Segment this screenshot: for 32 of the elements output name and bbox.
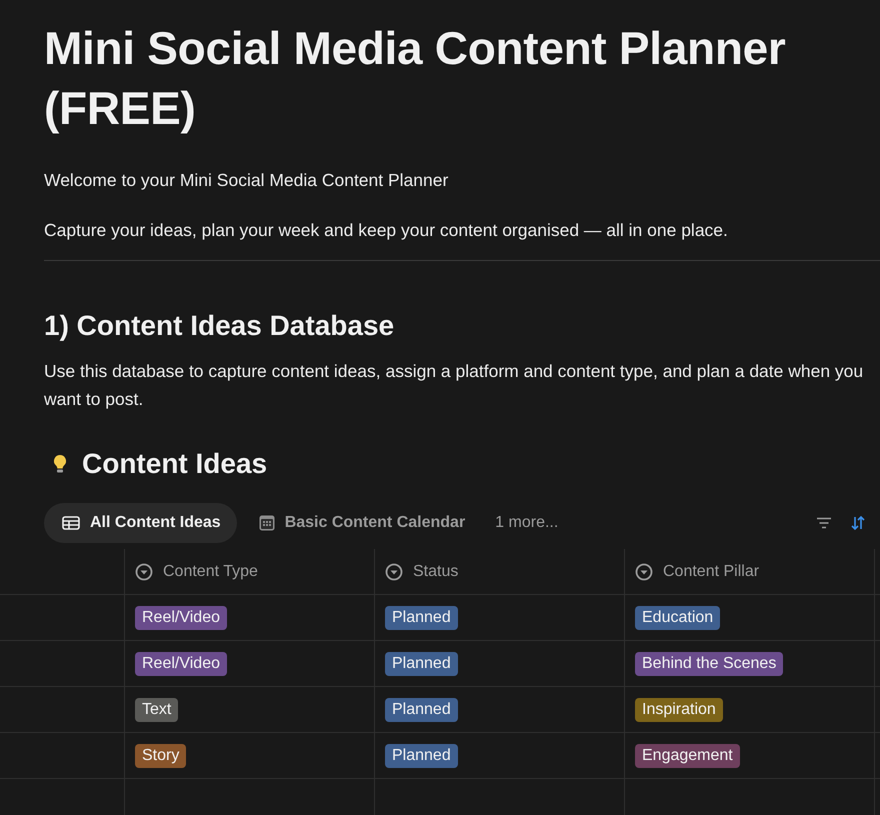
select-property-icon (135, 562, 153, 580)
section-heading: 1) Content Ideas Database (44, 309, 396, 343)
tag: Inspiration (635, 698, 723, 722)
column-header[interactable]: Content Type (163, 562, 258, 580)
tag: Behind the Scenes (635, 652, 784, 676)
table-icon (62, 516, 80, 530)
tag: Planned (385, 744, 458, 768)
tag: Text (135, 698, 178, 722)
select-property-icon (635, 562, 653, 580)
tag: Education (635, 606, 720, 630)
tag: Planned (385, 698, 458, 722)
column-header[interactable]: Status (413, 562, 458, 580)
tag: Reel/Video (135, 606, 227, 630)
more-views-link[interactable]: 1 more... (495, 514, 558, 532)
view-tab[interactable]: Basic Content Calendar (240, 503, 482, 543)
tag: Planned (385, 606, 458, 630)
lightbulb-icon (52, 454, 68, 474)
intro-text: Capture your ideas, plan your week and keep your content organised — all in one place. (44, 219, 729, 242)
database-title: Content Ideas (82, 448, 268, 480)
tag: Reel/Video (135, 652, 227, 676)
tag: Engagement (635, 744, 740, 768)
column-header[interactable]: Content Pillar (663, 562, 760, 580)
tag: Planned (385, 652, 458, 676)
page-title: Mini Social Media Content Planner (FREE) (44, 21, 787, 136)
sort-icon[interactable] (850, 515, 866, 531)
filter-icon[interactable] (816, 517, 832, 529)
view-tab[interactable]: All Content Ideas (44, 503, 237, 543)
select-property-icon (385, 562, 403, 580)
section-description: Use this database to capture content ideas, assign a platform and content type, and plan a date when you want to post. (44, 360, 864, 411)
tag: Story (135, 744, 186, 768)
calendar-icon (258, 515, 275, 531)
intro-text: Welcome to your Mini Social Media Content Planner (44, 169, 450, 192)
